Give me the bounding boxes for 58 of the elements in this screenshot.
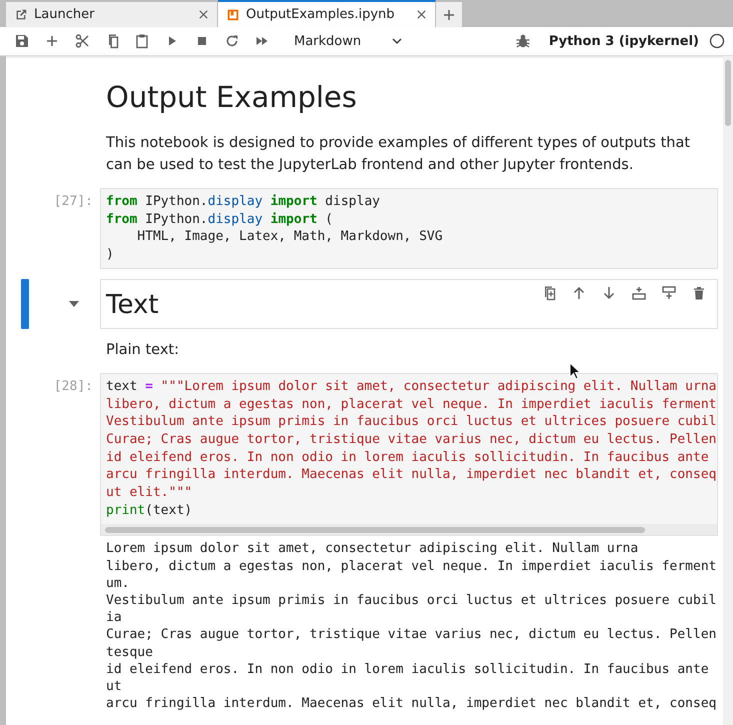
- output-line: arcu fringilla interdum. Maecenas elit nulla, imperdiet nec blandit et, conseq: [106, 695, 718, 712]
- code-line: libero, dictum a egestas non, placerat vel neque. In imperdiet iaculis ferment: [106, 396, 717, 414]
- output-line: libero, dictum a egestas non, placerat vel neque. In imperdiet iaculis ferment: [106, 558, 718, 575]
- insert-below-icon[interactable]: [661, 284, 677, 301]
- caret-icon[interactable]: [69, 300, 79, 307]
- output-line: id eleifend eros. In non odio in lorem iaculis sollicitudin. In faucibus ante: [106, 660, 710, 678]
- cut-icon[interactable]: [74, 33, 90, 49]
- horizontal-scrollbar[interactable]: [101, 524, 717, 536]
- markdown-cell[interactable]: Text: [100, 278, 718, 329]
- add-tab-button[interactable]: [436, 2, 462, 27]
- tab[interactable]: OutputExamples.ipynb: [218, 0, 436, 27]
- tab[interactable]: Launcher: [6, 2, 218, 27]
- code-line: Curae; Cras augue tortor, tristique vitae varius nec, dictum eu lectus. Pellen: [106, 430, 717, 449]
- paragraph: This notebook is designed to provide examples of different types of outputs that can be used to test the JupyterLab frontend and other Jupyter frontends.: [106, 134, 692, 175]
- code-line: from IPython.display import (: [106, 210, 334, 228]
- code-line: HTML, Image, Latex, Math, Markdown, SVG: [136, 228, 444, 246]
- kernel-status-icon: [709, 33, 725, 49]
- mouse-pointer-icon: [569, 362, 581, 380]
- output-line: Curae; Cras augue tortor, tristique vitae varius nec, dictum eu lectus. Pellen: [106, 626, 718, 644]
- output-line: Vestibulum ante ipsum primis in faucibus orci luctus et ultrices posuere cubil: [106, 592, 718, 610]
- code-line: text = """Lorem ipsum dolor sit amet, consectetur adipiscing elit. Nullam urna: [106, 378, 717, 396]
- delete-icon[interactable]: [691, 284, 707, 301]
- vertical-scrollbar[interactable]: [723, 56, 733, 725]
- output-line: ut: [106, 678, 123, 696]
- heading: Text: [106, 290, 159, 320]
- heading: Output Examples: [106, 80, 357, 114]
- insert-above-icon[interactable]: [631, 284, 647, 301]
- notebook-icon: [226, 8, 240, 22]
- paste-icon[interactable]: [134, 33, 150, 49]
- bug-icon[interactable]: [514, 33, 531, 49]
- code-cell-input[interactable]: from IPython.display import display from IPython.display import ( HTML, Image, Latex, Math, Markdown, SVG ): [100, 188, 718, 269]
- output-line: tesque: [106, 644, 154, 661]
- output-line: ia: [106, 609, 123, 626]
- code-line: Vestibulum ante ipsum primis in faucibus orci luctus et ultrices posuere cubil: [106, 413, 717, 431]
- code-line: ut elit.""": [106, 484, 194, 502]
- arrow-up-icon[interactable]: [571, 284, 587, 301]
- execution-count: [28]:: [54, 378, 93, 394]
- code-line: ): [106, 246, 115, 264]
- arrow-down-icon[interactable]: [601, 284, 617, 301]
- code-line: arcu fringilla interdum. Maecenas elit nulla, imperdiet nec blandit et, conseq: [106, 466, 717, 484]
- code-line: from IPython.display import display: [106, 193, 381, 211]
- cell-type-dropdown[interactable]: Markdown: [290, 34, 408, 48]
- active-cell-indicator: [21, 278, 29, 329]
- kernel-name-button[interactable]: Python 3 (ipykernel): [544, 34, 703, 48]
- code-line: print(text): [106, 502, 194, 520]
- save-icon[interactable]: [14, 33, 30, 49]
- output-line: Lorem ipsum dolor sit amet, consectetur adipiscing elit. Nullam urna: [106, 540, 640, 558]
- code-line: id eleifend eros. In non odio in lorem iaculis sollicitudin. In faucibus ante: [106, 448, 710, 466]
- code-cell-input[interactable]: [100, 372, 718, 536]
- plus-icon: [443, 8, 455, 20]
- close-icon[interactable]: [198, 9, 209, 20]
- restart-icon[interactable]: [224, 33, 240, 49]
- launch-icon: [14, 8, 28, 22]
- add-icon[interactable]: [44, 33, 60, 49]
- execution-count: [27]:: [54, 194, 93, 209]
- paragraph: Plain text:: [106, 340, 180, 360]
- close-icon[interactable]: [416, 9, 427, 20]
- output-line: um.: [106, 574, 130, 592]
